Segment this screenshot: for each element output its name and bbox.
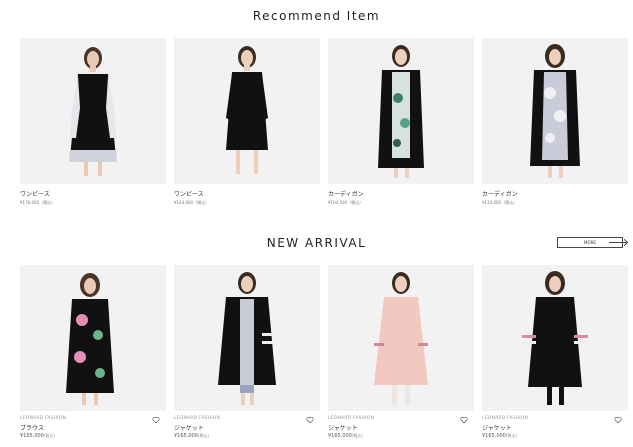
new-arrival-section-title: NEW ARRIVAL — [266, 236, 367, 250]
product-brand: LEONARD FASHION — [328, 416, 375, 421]
product-brand: LEONARD FASHION — [482, 416, 529, 421]
tax-label: (税込) — [43, 433, 55, 438]
product-price: ¥165,000(税込) — [20, 433, 166, 439]
product-photo[interactable] — [174, 38, 320, 184]
product-price: ¥110,000（税込） — [482, 200, 518, 205]
product-card[interactable]: LEONARD FASHION ブラウス ¥165,000(税込) — [20, 265, 166, 439]
recommend-section-title: Recommend Item — [252, 9, 381, 23]
product-price: ¥143,000（税込） — [174, 200, 210, 205]
tax-label: (税込) — [505, 433, 517, 438]
product-price: ¥176,000（税込） — [20, 200, 56, 205]
tax-label: (税込) — [197, 433, 209, 438]
product-price: ¥165,000(税込) — [174, 433, 320, 439]
more-button-label: MORE — [584, 240, 596, 245]
product-card[interactable]: LEONARD FASHION ジャケット ¥165,000(税込) — [174, 265, 320, 439]
product-photo[interactable] — [482, 265, 628, 411]
product-category[interactable]: カーディガン — [328, 189, 474, 198]
product-photo[interactable] — [20, 38, 166, 184]
more-button[interactable]: MORE — [557, 237, 627, 248]
product-brand: LEONARD FASHION — [20, 416, 67, 421]
product-photo[interactable] — [328, 265, 474, 411]
heart-outline-icon[interactable] — [460, 416, 468, 424]
price-value: ¥165,000 — [20, 433, 44, 439]
product-price: ¥104,500（税込） — [328, 200, 364, 205]
product-category[interactable]: ジャケット — [174, 423, 320, 432]
heart-outline-icon[interactable] — [152, 416, 160, 424]
product-photo[interactable] — [482, 38, 628, 184]
product-category[interactable]: ブラウス — [20, 423, 166, 432]
heart-outline-icon[interactable] — [614, 416, 622, 424]
product-price: ¥165,000(税込) — [328, 433, 474, 439]
product-category[interactable]: ジャケット — [328, 423, 474, 432]
product-photo[interactable] — [20, 265, 166, 411]
product-card[interactable]: カーディガン ¥110,000（税込） — [482, 38, 628, 206]
product-category[interactable]: ジャケット — [482, 423, 628, 432]
arrow-right-icon — [609, 242, 627, 243]
product-photo[interactable] — [328, 38, 474, 184]
price-value: ¥165,000 — [482, 433, 506, 439]
price-value: ¥165,000 — [328, 433, 352, 439]
product-price: ¥165,000(税込) — [482, 433, 628, 439]
product-card[interactable]: ワンピース ¥143,000（税込） — [174, 38, 320, 206]
tax-label: (税込) — [351, 433, 363, 438]
price-value: ¥165,000 — [174, 433, 198, 439]
product-category[interactable]: ワンピース — [174, 189, 320, 198]
heart-outline-icon[interactable] — [306, 416, 314, 424]
product-card[interactable]: カーディガン ¥104,500（税込） — [328, 38, 474, 206]
product-card[interactable]: LEONARD FASHION ジャケット ¥165,000(税込) — [328, 265, 474, 439]
product-category[interactable]: カーディガン — [482, 189, 628, 198]
product-photo[interactable] — [174, 265, 320, 411]
product-category[interactable]: ワンピース — [20, 189, 166, 198]
product-card[interactable]: ワンピース ¥176,000（税込） — [20, 38, 166, 206]
product-brand: LEONARD FASHION — [174, 416, 221, 421]
product-card[interactable]: LEONARD FASHION ジャケット ¥165,000(税込) — [482, 265, 628, 439]
